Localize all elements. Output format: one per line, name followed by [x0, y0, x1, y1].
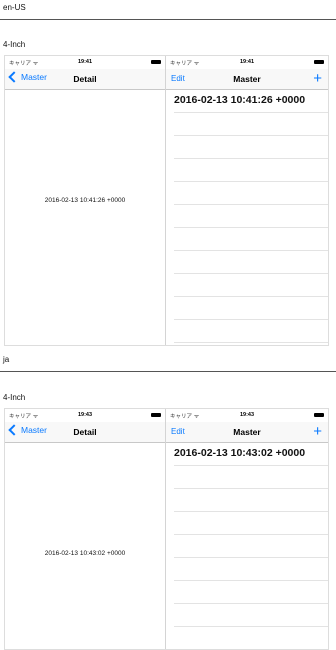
battery-icon	[314, 413, 324, 417]
device-label: 4-Inch	[3, 40, 26, 49]
table-row-empty	[174, 251, 328, 274]
screenshot-frame: キャリア ᯤ 19:41 Master Detail 2016-02-13 10:…	[4, 55, 329, 346]
table-row-empty	[174, 297, 328, 320]
device-label: 4-Inch	[3, 393, 26, 402]
status-bar: キャリア ᯤ 19:41	[166, 56, 328, 69]
table-row-empty	[174, 274, 328, 297]
master-title: Master	[233, 427, 261, 437]
detail-pane: キャリア ᯤ 19:41 Master Detail 2016-02-13 10:…	[5, 56, 166, 345]
section-divider	[0, 19, 336, 20]
master-navbar: Edit Master +	[166, 422, 328, 443]
status-time: 19:43	[239, 412, 255, 418]
table-row-empty	[174, 205, 328, 228]
table-row[interactable]: 2016-02-13 10:41:26 +0000	[174, 90, 328, 113]
battery-icon	[151, 60, 161, 64]
table-row-empty	[174, 604, 328, 627]
battery-icon	[151, 413, 161, 417]
table-row-empty	[174, 320, 328, 343]
table-row-empty	[174, 182, 328, 205]
table-row-empty	[174, 159, 328, 182]
table-row-empty	[174, 136, 328, 159]
status-bar: キャリア ᯤ 19:43	[5, 409, 165, 422]
add-button[interactable]: +	[313, 422, 322, 442]
table-row-empty	[174, 581, 328, 604]
battery-icon	[314, 60, 324, 64]
detail-title: Detail	[73, 74, 97, 84]
detail-label: 2016-02-13 10:43:02 +0000	[44, 550, 126, 557]
table-row-empty	[174, 228, 328, 251]
status-bar: キャリア ᯤ 19:41	[5, 56, 165, 69]
table-row-empty	[174, 489, 328, 512]
status-time: 19:41	[77, 59, 93, 65]
screenshot-frame: キャリア ᯤ 19:43 Master Detail 2016-02-13 10:…	[4, 408, 329, 650]
section-divider	[0, 371, 336, 372]
language-label: en-US	[3, 3, 26, 12]
detail-pane: キャリア ᯤ 19:43 Master Detail 2016-02-13 10:…	[5, 409, 166, 649]
master-pane: キャリア ᯤ 19:43 Edit Master + 2016-02-13 10:…	[166, 409, 328, 649]
table-row-empty	[174, 466, 328, 489]
detail-navbar: Master Detail	[5, 69, 165, 90]
master-title: Master	[233, 74, 261, 84]
add-button[interactable]: +	[313, 69, 322, 89]
table-row-empty	[174, 113, 328, 136]
language-label: ja	[3, 355, 10, 364]
table-row[interactable]: 2016-02-13 10:43:02 +0000	[174, 443, 328, 466]
master-navbar: Edit Master +	[166, 69, 328, 90]
detail-navbar: Master Detail	[5, 422, 165, 443]
table-row-empty	[174, 512, 328, 535]
master-pane: キャリア ᯤ 19:41 Edit Master + 2016-02-13 10:…	[166, 56, 328, 345]
status-time: 19:41	[239, 59, 255, 65]
table-row-empty	[174, 535, 328, 558]
status-bar: キャリア ᯤ 19:43	[166, 409, 328, 422]
detail-title: Detail	[73, 427, 97, 437]
table-row-empty	[174, 558, 328, 581]
status-time: 19:43	[77, 412, 93, 418]
detail-label: 2016-02-13 10:41:26 +0000	[44, 197, 126, 204]
